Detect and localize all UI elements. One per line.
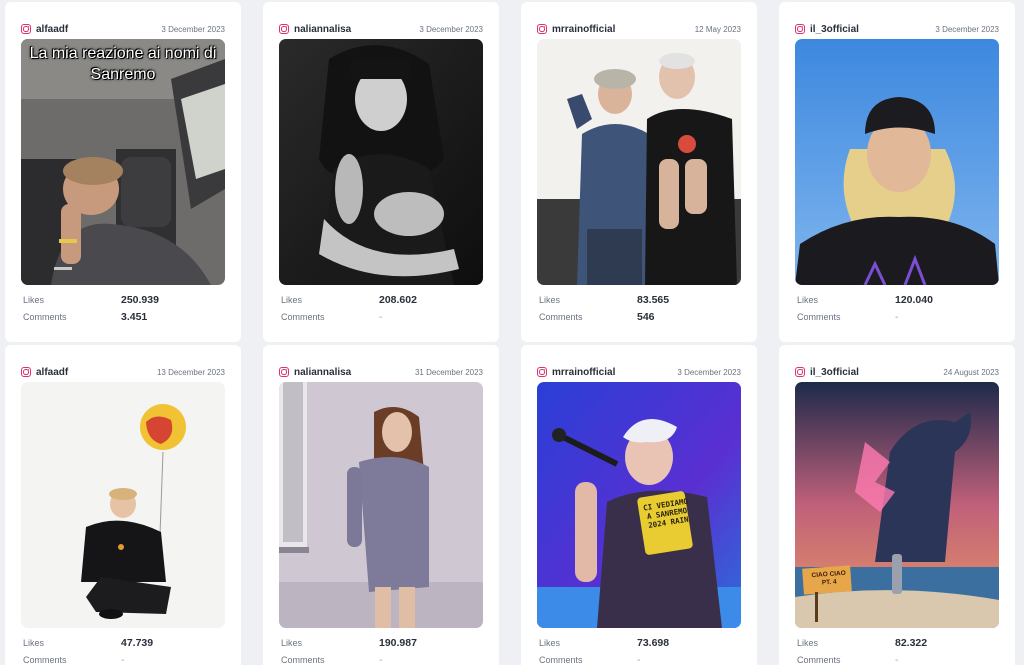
likes-value: 208.602 bbox=[379, 293, 417, 306]
likes-value: 190.987 bbox=[379, 636, 417, 649]
likes-label: Likes bbox=[797, 637, 819, 648]
likes-label: Likes bbox=[281, 637, 303, 648]
likes-label: Likes bbox=[281, 294, 303, 305]
instagram-icon bbox=[537, 367, 547, 377]
post-image-concert-singer[interactable]: CI VEDIAMO A SANREMO 2024 RAIN bbox=[537, 382, 741, 628]
post-date: 12 May 2023 bbox=[694, 24, 741, 34]
post-author[interactable]: il_3official bbox=[795, 24, 859, 35]
comments-label: Comments bbox=[281, 654, 325, 665]
post-card[interactable]: naliannalisa 3 December 2023 Likes 208.6… bbox=[263, 2, 499, 342]
post-header: naliannalisa 31 December 2023 bbox=[279, 365, 483, 379]
post-author[interactable]: alfaadf bbox=[21, 24, 68, 35]
post-author[interactable]: alfaadf bbox=[21, 367, 68, 378]
comments-value: - bbox=[895, 310, 899, 323]
post-header: il_3official 24 August 2023 bbox=[795, 365, 999, 379]
likes-label: Likes bbox=[539, 637, 561, 648]
post-card[interactable]: il_3official 24 August 2023 CIAO CIAO PT… bbox=[779, 345, 1015, 665]
post-date: 3 December 2023 bbox=[419, 24, 483, 34]
comments-label: Comments bbox=[797, 654, 841, 665]
username[interactable]: naliannalisa bbox=[294, 24, 351, 35]
comments-value: - bbox=[379, 310, 383, 323]
instagram-icon bbox=[21, 24, 31, 34]
comments-label: Comments bbox=[23, 311, 67, 322]
post-header: naliannalisa 3 December 2023 bbox=[279, 22, 483, 36]
post-date: 24 August 2023 bbox=[943, 367, 999, 377]
likes-label: Likes bbox=[797, 294, 819, 305]
post-date: 3 December 2023 bbox=[677, 367, 741, 377]
comments-value: - bbox=[379, 653, 383, 665]
comments-label: Comments bbox=[23, 654, 67, 665]
post-card[interactable]: naliannalisa 31 December 2023 Likes 190.… bbox=[263, 345, 499, 665]
likes-value: 120.040 bbox=[895, 293, 933, 306]
post-author[interactable]: mrrainofficial bbox=[537, 24, 615, 35]
username[interactable]: alfaadf bbox=[36, 24, 68, 35]
post-author[interactable]: naliannalisa bbox=[279, 367, 351, 378]
post-date: 13 December 2023 bbox=[156, 367, 225, 377]
instagram-icon bbox=[21, 367, 31, 377]
post-stats: Likes 83.565 Comments 546 bbox=[539, 291, 741, 325]
post-header: alfaadf 13 December 2023 bbox=[21, 365, 225, 379]
post-author[interactable]: naliannalisa bbox=[279, 24, 351, 35]
post-image-sparkle-dress[interactable] bbox=[279, 382, 483, 628]
post-header: mrrainofficial 12 May 2023 bbox=[537, 22, 741, 36]
post-header: il_3official 3 December 2023 bbox=[795, 22, 999, 36]
sign-board: CIAO CIAO PT. 4 bbox=[811, 569, 847, 587]
post-card[interactable]: alfaadf 3 December 2023 La mia reazione bbox=[5, 2, 241, 342]
comments-label: Comments bbox=[797, 311, 841, 322]
post-header: mrrainofficial 3 December 2023 bbox=[537, 365, 741, 379]
likes-value: 47.739 bbox=[121, 636, 154, 649]
username[interactable]: mrrainofficial bbox=[552, 24, 615, 35]
likes-value: 83.565 bbox=[637, 293, 670, 306]
comments-value: 3.451 bbox=[121, 310, 148, 323]
video-caption-overlay: La mia reazione ai nomi di Sanremo bbox=[29, 45, 217, 83]
likes-label: Likes bbox=[539, 294, 561, 305]
username[interactable]: naliannalisa bbox=[294, 367, 351, 378]
post-image-bw-portrait[interactable] bbox=[279, 39, 483, 285]
post-author[interactable]: il_3official bbox=[795, 367, 859, 378]
likes-value: 250.939 bbox=[121, 293, 159, 306]
post-stats: Likes 82.322 Comments - bbox=[797, 634, 999, 665]
likes-label: Likes bbox=[23, 637, 45, 648]
post-header: alfaadf 3 December 2023 bbox=[21, 22, 225, 36]
likes-value: 82.322 bbox=[895, 636, 928, 649]
post-image-child-balloon[interactable] bbox=[21, 382, 225, 628]
post-stats: Likes 190.987 Comments - bbox=[281, 634, 483, 665]
instagram-icon bbox=[795, 367, 805, 377]
post-date: 3 December 2023 bbox=[935, 24, 999, 34]
instagram-icon bbox=[537, 24, 547, 34]
comments-label: Comments bbox=[539, 311, 583, 322]
instagram-icon bbox=[279, 24, 289, 34]
comments-value: - bbox=[121, 653, 125, 665]
post-date: 31 December 2023 bbox=[414, 367, 483, 377]
username[interactable]: alfaadf bbox=[36, 367, 68, 378]
post-card[interactable]: alfaadf 13 December 2023 Likes 47.739 Co… bbox=[5, 345, 241, 665]
post-author[interactable]: mrrainofficial bbox=[537, 367, 615, 378]
post-stats: Likes 120.040 Comments - bbox=[797, 291, 999, 325]
post-grid: alfaadf 3 December 2023 La mia reazione bbox=[0, 0, 1024, 665]
post-image-duo-photo[interactable] bbox=[537, 39, 741, 285]
comments-label: Comments bbox=[539, 654, 583, 665]
post-stats: Likes 250.939 Comments 3.451 bbox=[23, 291, 225, 325]
comments-value: 546 bbox=[637, 310, 655, 323]
post-image-monster-art[interactable]: CIAO CIAO PT. 4 bbox=[795, 382, 999, 628]
username[interactable]: il_3official bbox=[810, 367, 859, 378]
comments-value: - bbox=[637, 653, 641, 665]
instagram-icon bbox=[279, 367, 289, 377]
username[interactable]: il_3official bbox=[810, 24, 859, 35]
username[interactable]: mrrainofficial bbox=[552, 367, 615, 378]
post-card[interactable]: mrrainofficial 12 May 2023 Likes 83.565 … bbox=[521, 2, 757, 342]
post-stats: Likes 73.698 Comments - bbox=[539, 634, 741, 665]
instagram-icon bbox=[795, 24, 805, 34]
post-card[interactable]: il_3official 3 December 2023 Likes 120.0… bbox=[779, 2, 1015, 342]
likes-value: 73.698 bbox=[637, 636, 670, 649]
comments-value: - bbox=[895, 653, 899, 665]
comments-label: Comments bbox=[281, 311, 325, 322]
post-card[interactable]: mrrainofficial 3 December 2023 CI VEDIAM… bbox=[521, 345, 757, 665]
likes-label: Likes bbox=[23, 294, 45, 305]
post-stats: Likes 208.602 Comments - bbox=[281, 291, 483, 325]
post-stats: Likes 47.739 Comments - bbox=[23, 634, 225, 665]
post-date: 3 December 2023 bbox=[161, 24, 225, 34]
post-image-car-selfie[interactable]: La mia reazione ai nomi di Sanremo bbox=[21, 39, 225, 285]
post-image-sky-selfie[interactable] bbox=[795, 39, 999, 285]
